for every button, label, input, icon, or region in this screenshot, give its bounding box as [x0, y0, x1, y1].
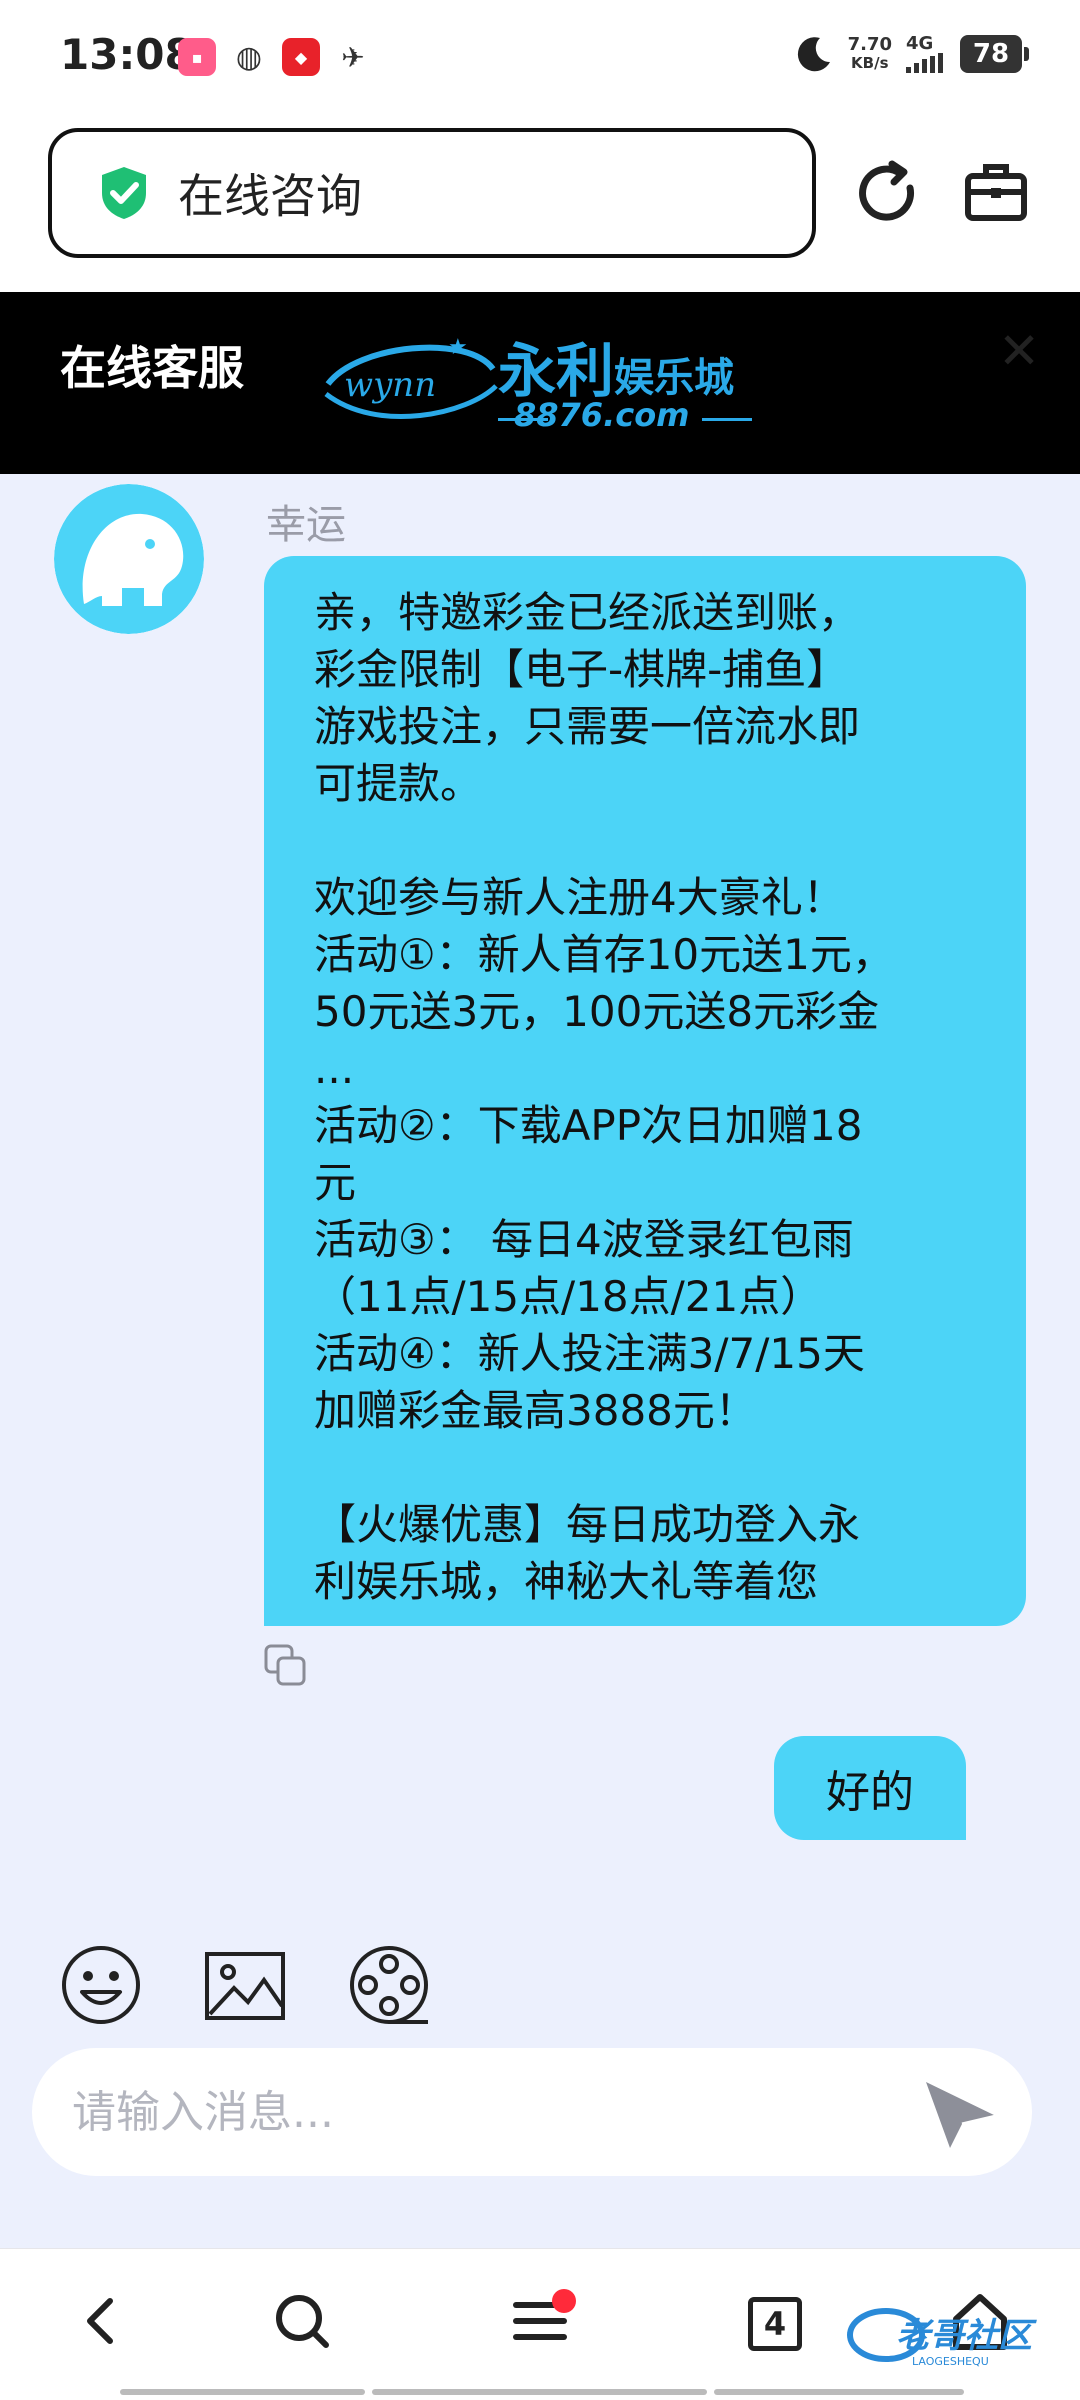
shopping-icon: ◆ [282, 38, 320, 76]
status-time: 13:08 [60, 30, 194, 79]
address-bar-row: 在线咨询 [0, 120, 1080, 292]
status-bar: 13:08 ▪ ◍ ◆ ✈ 7.70 KB/s 4G 78 [0, 0, 1080, 120]
gesture-bar [714, 2389, 964, 2395]
back-icon[interactable] [70, 2289, 134, 2353]
message-line: 亲，特邀彩金已经派送到账， [314, 588, 861, 637]
message-line: 可提款。 [314, 759, 483, 808]
video-reel-icon[interactable] [348, 1944, 430, 2026]
message-line [314, 812, 986, 869]
close-icon[interactable]: ✕ [998, 322, 1040, 380]
battery-indicator: 78 [960, 35, 1029, 73]
avatar [54, 484, 204, 634]
sender-name: 幸运 [266, 502, 346, 548]
notification-icons: ▪ ◍ ◆ ✈ [178, 38, 372, 76]
message-line: 活动①：新人首存10元送1元， [314, 930, 894, 979]
message-line: 活动③： 每日4波登录红包雨 [314, 1215, 854, 1264]
net-speed: 7.70 KB/s [848, 35, 892, 73]
logo-url: 8876.com [514, 396, 690, 434]
emoji-icon[interactable] [60, 1944, 142, 2026]
logo-swoosh-icon: wynn ★ [324, 335, 498, 420]
tabs-count-button[interactable]: 4 [748, 2297, 802, 2351]
message-line: 加赠彩金最高3888元！ [314, 1386, 757, 1435]
bottom-navigation: 4 老哥社区 LAOGESHEQU [0, 2248, 1080, 2400]
watermark-logo: 老哥社区 LAOGESHEQU [847, 2308, 1037, 2368]
net-speed-unit: KB/s [851, 54, 889, 72]
toolbox-icon[interactable] [962, 158, 1030, 226]
elephant-icon [54, 484, 204, 634]
address-bar[interactable]: 在线咨询 [48, 128, 816, 258]
network-type: 4G [906, 33, 934, 54]
copy-icon[interactable] [264, 1644, 308, 1688]
message-line: 游戏投注，只需要一倍流水即 [314, 702, 861, 751]
logo-script: wynn [344, 365, 436, 405]
page-title: 在线咨询 [178, 169, 362, 223]
message-line [314, 1439, 986, 1496]
brand-logo: wynn ★ 永利娱乐城 8876.com [318, 314, 758, 454]
message-line: （11点/15点/18点/21点） [314, 1272, 823, 1321]
svg-text:★: ★ [448, 335, 468, 360]
chat-toolbar [60, 1944, 430, 2026]
chat-area[interactable]: 幸运 亲，特邀彩金已经派送到账， 彩金限制【电子-棋牌-捕鱼】 游戏投注，只需要… [0, 474, 1080, 2248]
send-icon[interactable] [920, 2072, 1002, 2154]
message-line: 利娱乐城，神秘大礼等着您 [314, 1557, 819, 1606]
gesture-bar [120, 2389, 365, 2395]
message-line: 元 [314, 1158, 357, 1207]
message-input[interactable] [72, 2072, 892, 2152]
svg-text:LAOGESHEQU: LAOGESHEQU [912, 2355, 989, 2368]
message-line: 50元送3元，100元送8元彩金 [314, 987, 880, 1036]
signal-bars-icon [906, 53, 943, 73]
message-line: ... [314, 1044, 355, 1093]
message-line: 【火爆优惠】每日成功登入永 [314, 1500, 861, 1549]
wechat-icon: ◍ [230, 38, 268, 76]
notification-dot [552, 2289, 576, 2313]
net-speed-value: 7.70 [847, 34, 892, 55]
search-icon[interactable] [270, 2289, 334, 2353]
svg-text:老哥社区: 老哥社区 [896, 2316, 1037, 2356]
bird-icon: ✈ [334, 38, 372, 76]
incoming-message-bubble[interactable]: 亲，特邀彩金已经派送到账， 彩金限制【电子-棋牌-捕鱼】 游戏投注，只需要一倍流… [264, 556, 1026, 1626]
shield-check-icon [102, 167, 146, 219]
message-line: 活动④：新人投注满3/7/15天 [314, 1329, 865, 1378]
moon-icon [797, 37, 830, 72]
customer-service-header: 在线客服 wynn ★ 永利娱乐城 8876.com ✕ [0, 292, 1080, 474]
header-title: 在线客服 [60, 341, 244, 395]
signal: 4G [906, 35, 946, 73]
image-icon[interactable] [204, 1944, 286, 2026]
bilibili-icon: ▪ [178, 38, 216, 76]
message-line: 彩金限制【电子-棋牌-捕鱼】 [314, 645, 849, 694]
message-input-bar [32, 2048, 1032, 2176]
status-right: 7.70 KB/s 4G 78 [794, 34, 1029, 74]
gesture-bar [372, 2389, 707, 2395]
reload-icon[interactable] [852, 158, 924, 230]
message-line: 欢迎参与新人注册4大豪礼！ [314, 873, 845, 922]
outgoing-message-bubble[interactable]: 好的 [774, 1736, 966, 1840]
message-line: 活动②：下载APP次日加赠18 [314, 1101, 863, 1150]
